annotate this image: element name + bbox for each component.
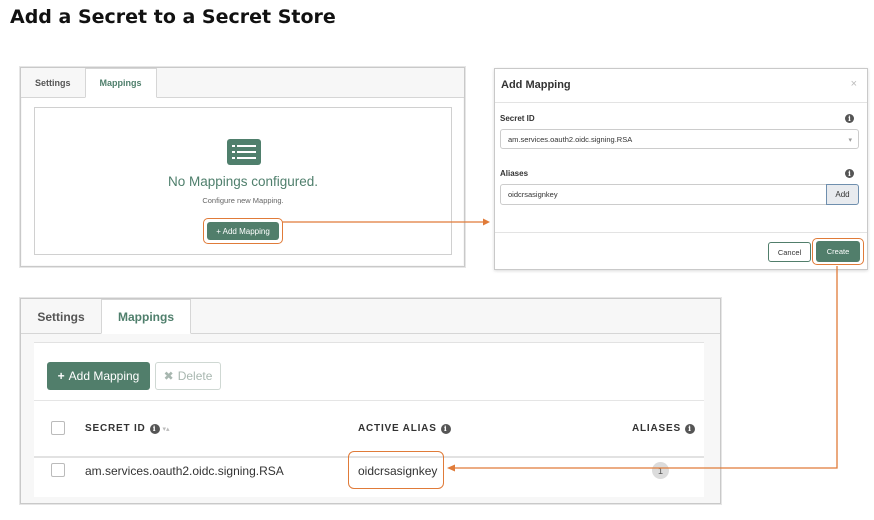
footer-divider	[495, 232, 867, 233]
select-all-checkbox[interactable]	[51, 421, 65, 435]
secret-id-value: am.services.oauth2.oidc.signing.RSA	[508, 134, 633, 144]
secret-id-label: Secret ID	[500, 114, 535, 123]
empty-state-box: No Mappings configured. Configure new Ma…	[34, 107, 452, 255]
aliases-count-badge: 1	[652, 462, 669, 479]
mappings-table-area: + Add Mapping ✖ Delete SECRET ID i ▾▴ AC…	[34, 342, 704, 497]
add-mapping-label: Add Mapping	[68, 369, 140, 383]
column-header-label: ALIASES	[632, 423, 681, 434]
column-header-label: SECRET ID	[85, 423, 146, 434]
column-header-label: ACTIVE ALIAS	[358, 423, 437, 434]
tab-settings[interactable]: Settings	[21, 68, 85, 98]
row-checkbox[interactable]	[51, 463, 65, 477]
info-icon: i	[440, 423, 451, 434]
column-header-secret-id[interactable]: SECRET ID i ▾▴	[85, 423, 170, 434]
list-icon	[227, 139, 261, 165]
empty-message: No Mappings configured.	[167, 174, 319, 189]
cancel-button[interactable]: Cancel	[768, 242, 811, 262]
tab-mappings[interactable]: Mappings	[101, 299, 191, 334]
alias-input[interactable]: oidcrsasignkey	[500, 184, 827, 205]
add-mapping-dialog: Add Mapping × Secret ID i am.services.oa…	[494, 68, 868, 270]
chevron-down-icon: ▾	[848, 137, 852, 144]
column-header-aliases: ALIASES i	[632, 423, 695, 434]
add-mapping-button[interactable]: + Add Mapping	[47, 362, 150, 390]
empty-hint: Configure new Mapping.	[202, 196, 284, 205]
info-icon: i	[845, 169, 854, 178]
tab-settings[interactable]: Settings	[21, 299, 101, 334]
info-icon: i	[845, 114, 854, 123]
times-icon: ✖	[163, 369, 174, 383]
tab-mappings[interactable]: Mappings	[84, 68, 157, 98]
info-icon: i	[684, 423, 695, 434]
create-button[interactable]: Create	[816, 241, 860, 262]
add-alias-button[interactable]: Add	[826, 184, 859, 205]
active-alias-cell: oidcrsasignkey	[358, 464, 438, 478]
secret-id-cell[interactable]: am.services.oauth2.oidc.signing.RSA	[85, 464, 284, 478]
page-title: Add a Secret to a Secret Store	[10, 6, 336, 28]
delete-button[interactable]: ✖ Delete	[155, 362, 221, 390]
tab-bar: Settings Mappings	[21, 68, 464, 98]
plus-icon: +	[57, 369, 65, 383]
arrow-head	[483, 218, 490, 226]
info-icon: i	[149, 423, 160, 434]
aliases-label: Aliases	[500, 169, 529, 178]
column-header-active-alias: ACTIVE ALIAS i	[358, 423, 451, 434]
mappings-panel-empty: Settings Mappings No Mappings configured…	[20, 67, 465, 267]
dialog-title: Add Mapping	[501, 79, 571, 91]
tab-bar: Settings Mappings	[21, 299, 720, 334]
delete-label: Delete	[177, 369, 213, 383]
tab-content: No Mappings configured. Configure new Ma…	[22, 98, 463, 265]
alias-input-value: oidcrsasignkey	[508, 190, 558, 199]
sort-icon: ▾▴	[162, 425, 170, 433]
mappings-panel-populated: Settings Mappings + Add Mapping ✖ Delete…	[20, 298, 721, 504]
close-icon[interactable]: ×	[851, 78, 857, 90]
tab-content: + Add Mapping ✖ Delete SECRET ID i ▾▴ AC…	[22, 334, 719, 502]
dialog-header: Add Mapping ×	[495, 69, 867, 103]
secret-id-select[interactable]: am.services.oauth2.oidc.signing.RSA ▾	[500, 129, 859, 149]
add-mapping-button[interactable]: + Add Mapping	[207, 222, 279, 240]
toolbar-divider	[34, 400, 704, 401]
